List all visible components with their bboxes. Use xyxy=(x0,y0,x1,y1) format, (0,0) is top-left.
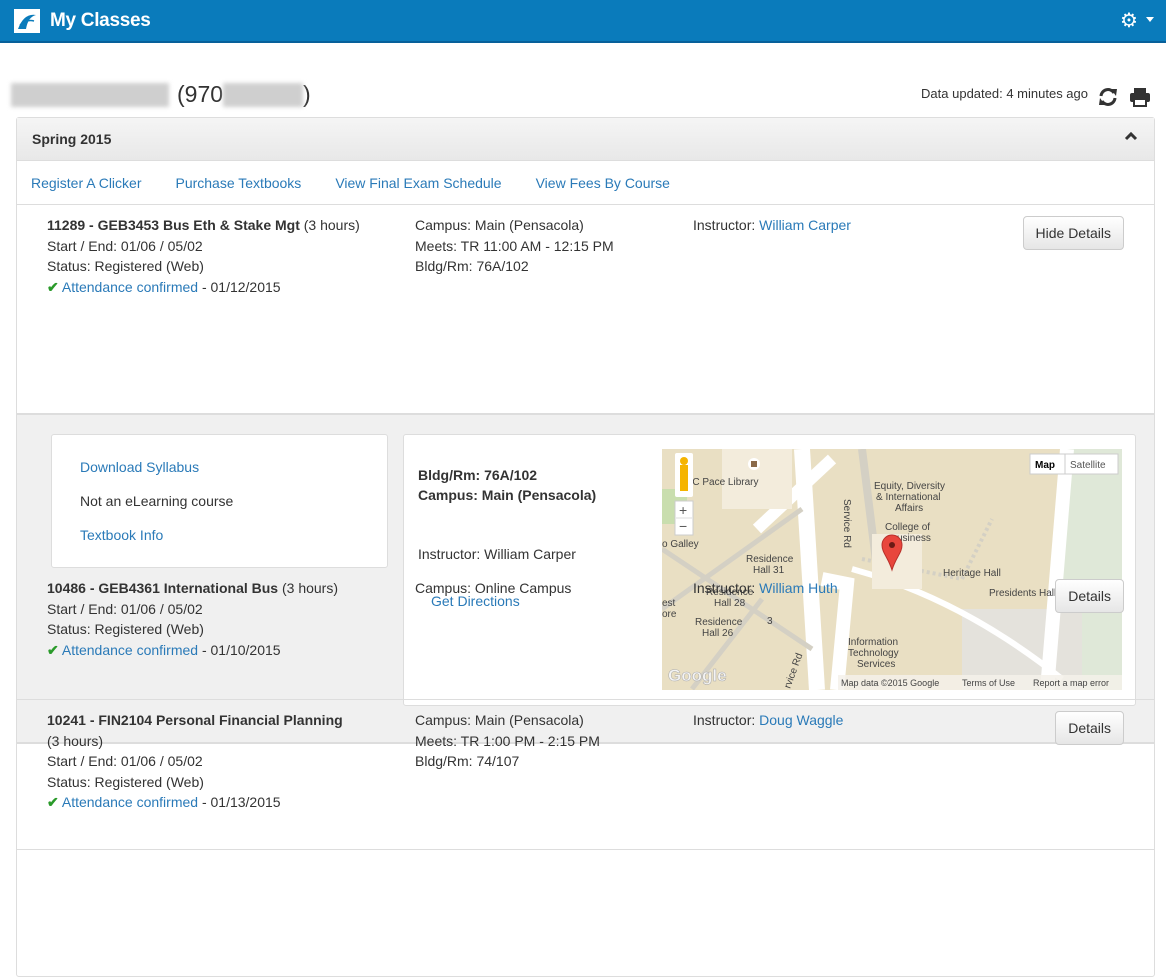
location-campus: Campus: Main (Pensacola) xyxy=(418,487,597,503)
zoom-controls[interactable]: + − xyxy=(674,500,694,536)
course-dates: Start / End: 01/06 / 05/02 xyxy=(47,237,203,254)
student-name: (970 ) xyxy=(11,81,311,108)
fees-by-course-link[interactable]: View Fees By Course xyxy=(536,175,670,191)
attendance-link[interactable]: Attendance confirmed xyxy=(62,794,198,810)
street-view-pegman-icon[interactable] xyxy=(675,453,693,497)
download-syllabus-link[interactable]: Download Syllabus xyxy=(80,459,199,475)
checkmark-icon: ✔ xyxy=(47,278,59,295)
course-location: Campus: Main (Pensacola) Meets: TR 1:00 … xyxy=(415,710,600,772)
hide-details-button[interactable]: Hide Details xyxy=(1022,216,1124,250)
course-hours: (3 hours) xyxy=(278,580,339,596)
course-info: 10486 - GEB4361 International Bus (3 hou… xyxy=(47,578,387,660)
top-bar: My Classes ⚙ xyxy=(0,0,1166,43)
icon-library xyxy=(748,458,760,470)
register-clicker-link[interactable]: Register A Clicker xyxy=(31,175,141,191)
data-updated-status: Data updated: 4 minutes ago xyxy=(921,86,1088,101)
term-panel: Spring 2015 Register A Clicker Purchase … xyxy=(16,117,1155,977)
map-label: & International xyxy=(876,492,941,503)
course-row: 10486 - GEB4361 International Bus (3 hou… xyxy=(17,568,1154,700)
term-title: Spring 2015 xyxy=(32,131,112,147)
details-button[interactable]: Details xyxy=(1055,711,1124,745)
map-label: n C Pace Library xyxy=(684,477,758,488)
course-resources: Download Syllabus Not an eLearning cours… xyxy=(51,434,388,568)
map-label: College of xyxy=(885,522,930,533)
redacted-name xyxy=(11,82,169,107)
course-info: 11289 - GEB3453 Bus Eth & Stake Mgt (3 h… xyxy=(47,215,387,297)
chevron-down-icon[interactable] xyxy=(1146,17,1154,22)
map-label: Service Rd xyxy=(841,499,852,548)
term-header[interactable]: Spring 2015 xyxy=(17,118,1154,161)
textbook-info-link[interactable]: Textbook Info xyxy=(80,527,163,543)
instructor-link[interactable]: Doug Waggle xyxy=(759,712,843,728)
final-exam-schedule-link[interactable]: View Final Exam Schedule xyxy=(335,175,501,191)
map-label: Affairs xyxy=(895,503,923,514)
details-button[interactable]: Details xyxy=(1055,579,1124,613)
course-room: Bldg/Rm: 76A/102 xyxy=(415,258,529,274)
map-label: o Galley xyxy=(662,539,699,550)
attendance-date: - 01/12/2015 xyxy=(198,278,281,295)
purchase-textbooks-link[interactable]: Purchase Textbooks xyxy=(175,175,301,191)
attendance-date: - 01/10/2015 xyxy=(198,641,281,658)
student-id-prefix: (970 xyxy=(177,81,224,107)
app-title: My Classes xyxy=(50,10,151,31)
course-campus: Campus: Main (Pensacola) xyxy=(415,217,584,233)
course-instructor: Instructor: Doug Waggle xyxy=(693,710,843,731)
course-info: 10241 - FIN2104 Personal Financial Plann… xyxy=(47,710,387,813)
attendance-link[interactable]: Attendance confirmed xyxy=(62,642,198,658)
university-logo xyxy=(14,9,40,33)
print-icon[interactable] xyxy=(1129,87,1151,107)
map-label: Equity, Diversity xyxy=(874,481,945,492)
location-room: Bldg/Rm: 76A/102 xyxy=(418,467,538,483)
course-instructor: Instructor: William Carper xyxy=(693,215,851,236)
map-label: Residence xyxy=(746,554,794,565)
course-hours: (3 hours) xyxy=(299,217,360,233)
course-row: 11289 - GEB3453 Bus Eth & Stake Mgt (3 h… xyxy=(17,205,1154,744)
location-instructor: Instructor: William Carper xyxy=(418,546,576,562)
attendance-date: - 01/13/2015 xyxy=(198,794,281,810)
instructor-label: Instructor: xyxy=(693,712,760,728)
elearning-status: Not an eLearning course xyxy=(80,493,234,509)
course-campus: Campus: Online Campus xyxy=(415,580,572,596)
course-instructor: Instructor: William Huth xyxy=(693,578,838,599)
zoom-out-button[interactable]: − xyxy=(679,518,687,534)
course-dates: Start / End: 01/06 / 05/02 xyxy=(47,753,203,769)
instructor-link[interactable]: William Carper xyxy=(759,217,851,233)
checkmark-icon: ✔ xyxy=(47,794,59,810)
course-title: 11289 - GEB3453 Bus Eth & Stake Mgt xyxy=(47,217,300,233)
refresh-icon[interactable] xyxy=(1097,86,1119,108)
course-dates: Start / End: 01/06 / 05/02 xyxy=(47,600,203,617)
course-meets: Meets: TR 1:00 PM - 2:15 PM xyxy=(415,732,600,749)
course-meets: Meets: TR 11:00 AM - 12:15 PM xyxy=(415,237,614,254)
course-title: 10486 - GEB4361 International Bus xyxy=(47,580,279,596)
course-room: Bldg/Rm: 74/107 xyxy=(415,753,520,769)
course-status: Status: Registered (Web) xyxy=(47,773,204,790)
course-hours: (3 hours) xyxy=(47,732,104,749)
term-links: Register A Clicker Purchase Textbooks Vi… xyxy=(17,161,1154,205)
chevron-up-icon[interactable] xyxy=(1124,129,1138,143)
course-status: Status: Registered (Web) xyxy=(47,258,204,274)
course-title: 10241 - FIN2104 Personal Financial Plann… xyxy=(47,712,343,728)
map-type-satellite-button[interactable]: Satellite xyxy=(1070,460,1106,471)
instructor-label: Instructor: xyxy=(693,217,760,233)
course-location: Campus: Online Campus xyxy=(415,578,571,599)
instructor-label: Instructor: xyxy=(693,580,760,596)
redacted-id xyxy=(223,82,304,107)
gear-icon[interactable]: ⚙ xyxy=(1120,11,1138,31)
attendance-link[interactable]: Attendance confirmed xyxy=(62,279,198,295)
course-location: Campus: Main (Pensacola) Meets: TR 11:00… xyxy=(415,215,614,277)
course-campus: Campus: Main (Pensacola) xyxy=(415,712,584,728)
course-row: 10241 - FIN2104 Personal Financial Plann… xyxy=(17,700,1154,850)
map-type-map-button[interactable]: Map xyxy=(1035,460,1055,471)
instructor-link[interactable]: William Huth xyxy=(759,580,838,596)
course-status: Status: Registered (Web) xyxy=(47,621,204,637)
zoom-in-button[interactable]: + xyxy=(679,502,687,518)
checkmark-icon: ✔ xyxy=(47,641,59,658)
student-id-suffix: ) xyxy=(303,81,311,107)
